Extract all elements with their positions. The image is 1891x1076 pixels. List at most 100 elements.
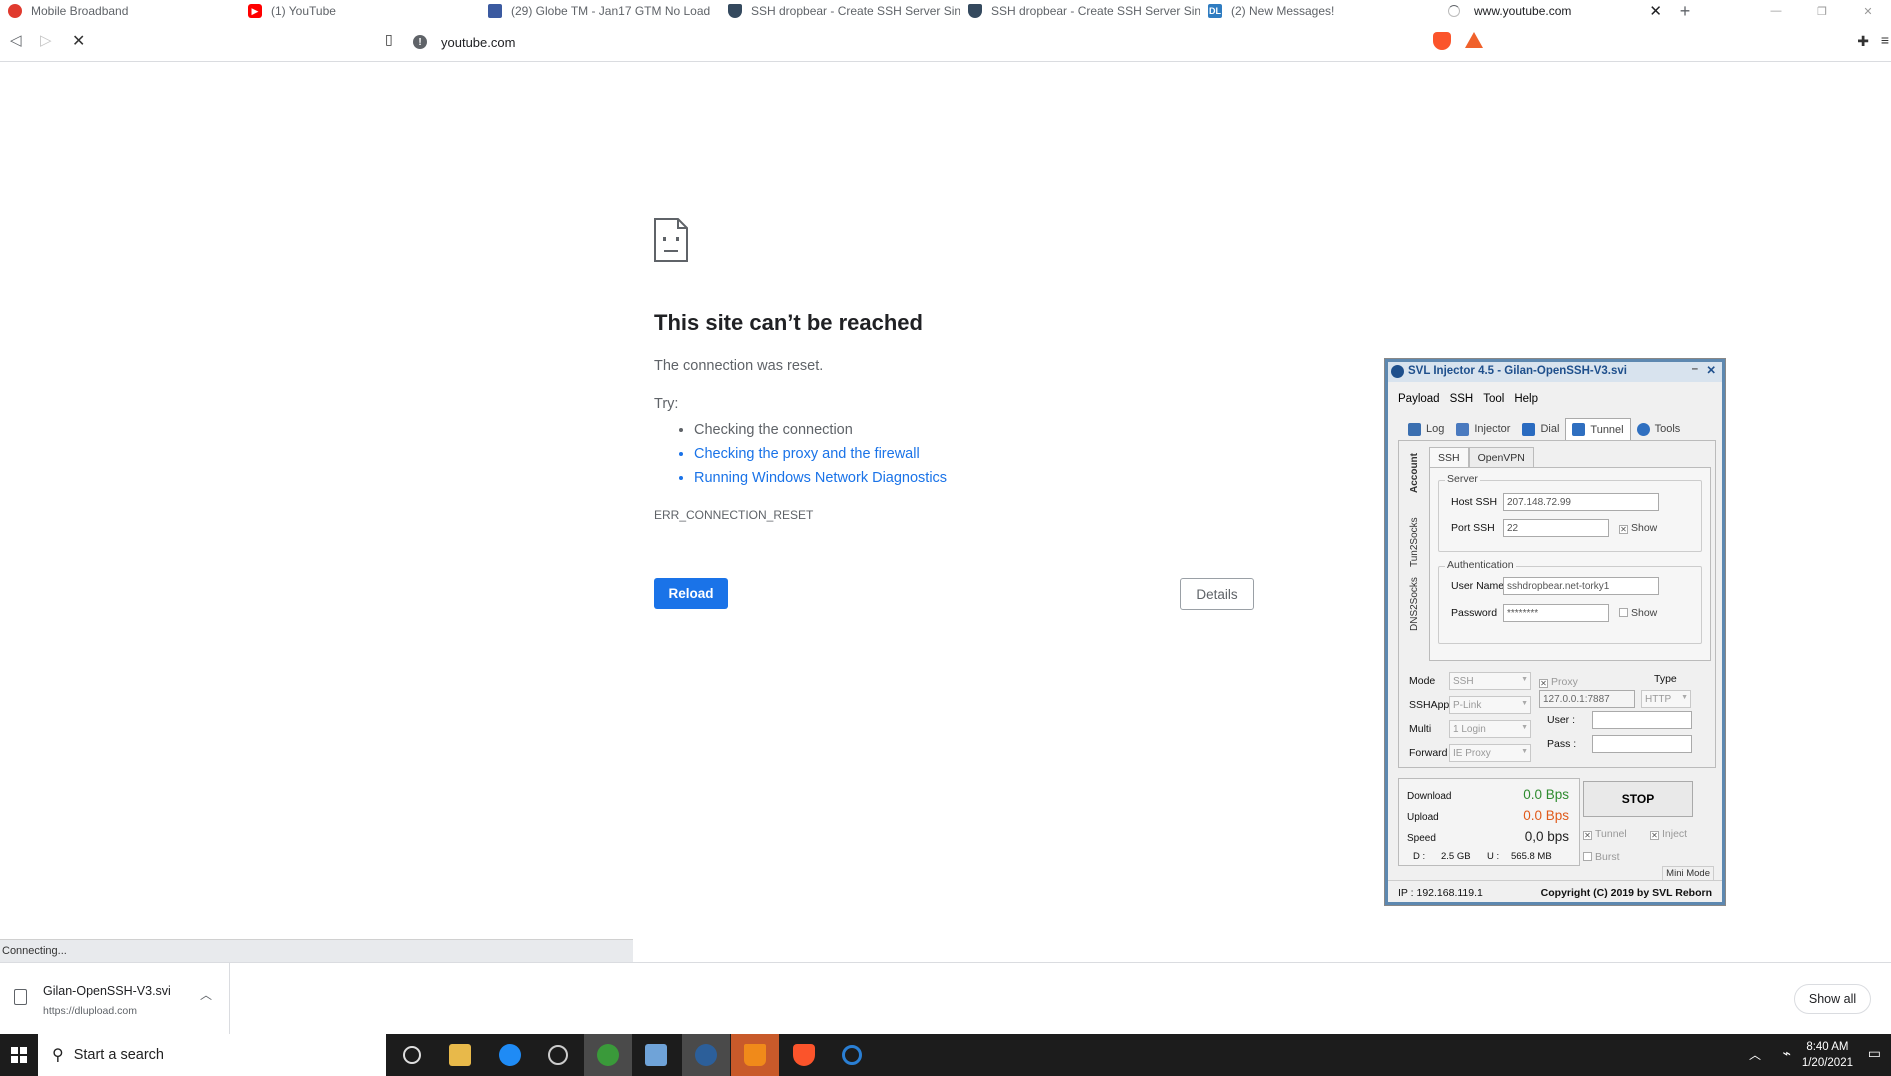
- taskbar-app-vlc[interactable]: [731, 1034, 779, 1076]
- tab-strip: Mobile Broadband ▶ (1) YouTube (29) Glob…: [0, 0, 1891, 22]
- clock[interactable]: 8:40 AM 1/20/2021: [1802, 1039, 1853, 1071]
- tab-injector[interactable]: Injector: [1450, 418, 1516, 440]
- close-icon[interactable]: ✕: [1706, 363, 1716, 377]
- taskbar-app-chrome[interactable]: [534, 1034, 582, 1076]
- restore-icon[interactable]: ❐: [1799, 0, 1845, 22]
- show-all-button[interactable]: Show all: [1794, 984, 1871, 1014]
- sshapp-label: SSHApp: [1409, 699, 1450, 711]
- start-button[interactable]: [0, 1034, 38, 1076]
- proxy-pass-input[interactable]: [1592, 735, 1692, 753]
- vlc-icon: [744, 1044, 766, 1066]
- side-tab-dns2socks[interactable]: DNS2Socks: [1409, 577, 1420, 631]
- extensions-icon[interactable]: ✚: [1857, 33, 1869, 50]
- new-tab-button[interactable]: +: [1670, 0, 1700, 22]
- search-placeholder: Start a search: [73, 1047, 164, 1063]
- taskbar-app-messenger[interactable]: [486, 1034, 534, 1076]
- side-tab-account[interactable]: Account: [1409, 453, 1420, 493]
- side-tab-tun2socks[interactable]: Tun2Socks: [1409, 517, 1420, 567]
- brave-shields-icon[interactable]: [1433, 32, 1451, 50]
- chevron-up-icon[interactable]: ︿: [200, 986, 212, 1003]
- show-password-checkbox[interactable]: Show: [1619, 607, 1657, 619]
- show-port-checkbox[interactable]: ✕ Show: [1619, 522, 1657, 534]
- inner-tab-ssh[interactable]: SSH: [1429, 447, 1469, 467]
- svl-titlebar[interactable]: SVL Injector 4.5 - Gilan-OpenSSH-V3.svi …: [1388, 362, 1722, 382]
- stop-icon[interactable]: ✕: [72, 31, 85, 51]
- host-ssh-input[interactable]: 207.148.72.99: [1503, 493, 1659, 511]
- tab-tools[interactable]: Tools: [1631, 418, 1687, 440]
- inner-tab-openvpn[interactable]: OpenVPN: [1468, 447, 1534, 467]
- tab-youtube-active[interactable]: www.youtube.com ✕: [1440, 0, 1670, 22]
- close-window-icon[interactable]: ✕: [1845, 0, 1891, 22]
- tab-mobile-broadband[interactable]: Mobile Broadband: [0, 0, 240, 22]
- tab-tunnel[interactable]: Tunnel: [1565, 418, 1631, 440]
- menu-icon[interactable]: ≡: [1881, 32, 1889, 48]
- menu-tool[interactable]: Tool: [1483, 393, 1504, 405]
- tab-title: (1) YouTube: [271, 4, 336, 18]
- inner-tabbar: SSH OpenVPN: [1429, 447, 1534, 467]
- svl-menubar: Payload SSH Tool Help: [1398, 393, 1538, 405]
- download-item[interactable]: Gilan-OpenSSH-V3.svi https://dlupload.co…: [0, 963, 230, 1035]
- brave-rewards-icon[interactable]: [1465, 32, 1483, 48]
- proxy-user-label: User :: [1547, 714, 1576, 726]
- stop-button[interactable]: STOP: [1583, 781, 1693, 817]
- sshapp-select[interactable]: P-Link ▼: [1449, 696, 1531, 714]
- bookmark-icon[interactable]: ▯: [385, 31, 393, 48]
- mini-mode-button[interactable]: Mini Mode: [1662, 866, 1714, 881]
- mode-select[interactable]: SSH ▼: [1449, 672, 1531, 690]
- tab-youtube[interactable]: ▶ (1) YouTube: [240, 0, 480, 22]
- type-select[interactable]: HTTP ▼: [1641, 690, 1691, 708]
- forward-icon[interactable]: ▷: [40, 31, 52, 49]
- menu-help[interactable]: Help: [1514, 393, 1538, 405]
- minimize-icon[interactable]: –: [1692, 363, 1698, 375]
- proxy-checkbox[interactable]: ✕ Proxy: [1539, 676, 1578, 688]
- svl-tabbar: Log Injector Dial Tunnel Tools: [1402, 418, 1686, 440]
- data-down-value: 2.5 GB: [1441, 851, 1471, 862]
- network-globe-icon: [597, 1044, 619, 1066]
- forward-select[interactable]: IE Proxy ▼: [1449, 744, 1531, 762]
- password-label: Password: [1451, 607, 1498, 619]
- port-ssh-input[interactable]: 22: [1503, 519, 1609, 537]
- suggestion-list: Checking the connection Checking the pro…: [694, 418, 947, 490]
- notification-icon[interactable]: ▭: [1868, 1045, 1881, 1062]
- proxy-user-input[interactable]: [1592, 711, 1692, 729]
- close-icon[interactable]: ✕: [1649, 2, 1662, 20]
- info-icon[interactable]: !: [413, 35, 427, 49]
- tab-ssh-dropbear-1[interactable]: SSH dropbear - Create SSH Server Sin: [720, 0, 960, 22]
- minimize-icon[interactable]: —: [1753, 0, 1799, 22]
- svl-logo-icon: [1391, 365, 1404, 378]
- menu-ssh[interactable]: SSH: [1450, 393, 1474, 405]
- taskbar-app-ie[interactable]: [828, 1034, 876, 1076]
- tab-log[interactable]: Log: [1402, 418, 1450, 440]
- reload-button[interactable]: Reload: [654, 578, 728, 609]
- show-label: Show: [1631, 607, 1658, 619]
- proxy-address-input[interactable]: 127.0.0.1:7887: [1539, 690, 1635, 708]
- back-icon[interactable]: ◁: [10, 31, 22, 49]
- taskbar-app-brave[interactable]: [780, 1034, 828, 1076]
- tab-globe-tm[interactable]: (29) Globe TM - Jan17 GTM No Load: [480, 0, 720, 22]
- burst-checkbox[interactable]: Burst: [1583, 851, 1620, 863]
- chrome-icon: [548, 1045, 568, 1065]
- tab-ssh-dropbear-2[interactable]: SSH dropbear - Create SSH Server Sin: [960, 0, 1200, 22]
- taskbar-app-speed[interactable]: [388, 1034, 436, 1076]
- taskbar-app-network[interactable]: [584, 1034, 632, 1076]
- network-icon[interactable]: ⌁: [1783, 1045, 1791, 1062]
- chevron-up-icon[interactable]: ︿: [1749, 1046, 1761, 1063]
- menu-payload[interactable]: Payload: [1398, 393, 1440, 405]
- details-button[interactable]: Details: [1180, 578, 1254, 610]
- taskbar-search[interactable]: ⚲ Start a search: [38, 1034, 386, 1076]
- username-input[interactable]: sshdropbear.net-torky1: [1503, 577, 1659, 595]
- tab-new-messages[interactable]: DL (2) New Messages!: [1200, 0, 1440, 22]
- svl-footer: IP : 192.168.119.1 Copyright (C) 2019 by…: [1388, 880, 1722, 902]
- suggestion-link-proxy[interactable]: Checking the proxy and the firewall: [694, 442, 947, 466]
- password-input[interactable]: ********: [1503, 604, 1609, 622]
- address-bar[interactable]: ! youtube.com: [413, 28, 1423, 56]
- tunnel-checkbox[interactable]: ✕ Tunnel: [1583, 828, 1627, 840]
- suggestion-link-diagnostics[interactable]: Running Windows Network Diagnostics: [694, 466, 947, 490]
- inject-checkbox[interactable]: ✕ Inject: [1650, 828, 1687, 840]
- taskbar-app-svl[interactable]: [682, 1034, 730, 1076]
- tab-dial[interactable]: Dial: [1516, 418, 1565, 440]
- taskbar-app-notes[interactable]: [632, 1034, 680, 1076]
- taskbar-app-explorer[interactable]: [436, 1034, 484, 1076]
- search-icon: ⚲: [52, 1047, 64, 1064]
- multi-select[interactable]: 1 Login ▼: [1449, 720, 1531, 738]
